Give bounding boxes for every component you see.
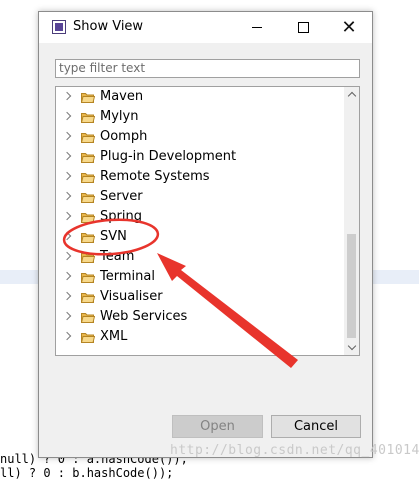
annotation-overlay [62, 218, 298, 368]
annotation-arrow [157, 253, 298, 368]
highlight-ellipse [62, 218, 160, 256]
